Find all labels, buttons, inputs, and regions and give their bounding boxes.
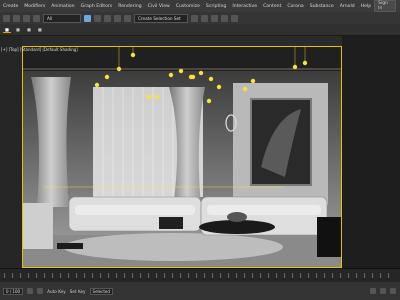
material-editor-icon[interactable] [211,14,218,22]
scale-icon[interactable] [114,14,121,22]
select-object-icon[interactable] [84,14,91,22]
menu-content[interactable]: Content [260,4,284,9]
menu-animation[interactable]: Animation [48,4,77,9]
rug [63,233,283,261]
tab-freeform[interactable]: ■ [14,27,22,32]
move-icon[interactable] [94,14,101,22]
status-bar: 0 / 100 Auto Key Set Key Selected [0,282,400,300]
snap-icon[interactable] [124,14,131,22]
tab-object-paint[interactable]: ■ [36,27,44,32]
menu-civil-view[interactable]: Civil View [145,4,173,9]
pause-icon[interactable] [37,288,44,294]
auto-key-button[interactable]: Auto Key [47,289,66,294]
menu-scripting[interactable]: Scripting [203,4,229,9]
armchair-left [23,203,53,249]
chair-right [317,217,341,257]
redo-icon[interactable] [13,14,20,22]
sofa-right-cushion [207,205,321,215]
rotate-icon[interactable] [104,14,111,22]
menu-graph-editors[interactable]: Graph Editors [78,4,116,9]
timeline-ticks [4,273,396,278]
undo-icon[interactable] [3,14,10,22]
left-command-strip [0,36,22,268]
menu-corona[interactable]: Corona [284,4,306,9]
table-decor [227,212,247,222]
timeline-slider[interactable] [0,268,400,283]
key-filter-select[interactable]: Selected [89,287,113,295]
coffee-table [199,220,275,234]
right-dark-panel [342,36,400,268]
menu-rendering[interactable]: Rendering [115,4,144,9]
link-icon[interactable] [23,14,30,22]
side-table [159,217,183,229]
sofa-left-cushion [75,205,195,215]
tab-selection[interactable]: ■ [25,27,33,32]
ottoman [57,243,83,249]
viewport-perspective[interactable] [22,46,342,268]
menu-customize[interactable]: Customize [173,4,203,9]
named-selection-set[interactable]: Create Selection Set [134,13,188,23]
ribbon-bar: ■ ■ ■ ■ [0,24,400,36]
orbit-icon[interactable] [390,288,396,294]
pan-icon[interactable] [380,288,386,294]
mirror-icon[interactable] [191,14,198,22]
menu-substance[interactable]: Substance [307,4,337,9]
set-key-button[interactable]: Set Key [70,289,86,294]
viewport-label[interactable]: [+] [Top] [Standard] [Default Shading] [1,47,78,52]
menu-modifiers[interactable]: Modifiers [21,4,48,9]
menu-arnold[interactable]: Arnold [337,4,358,9]
zoom-icon[interactable] [370,288,376,294]
play-icon[interactable] [27,288,34,294]
menu-help[interactable]: Help [358,4,374,9]
sign-in-button[interactable]: Sign In [374,0,396,12]
frame-counter[interactable]: 0 / 100 [3,287,24,295]
render-setup-icon[interactable] [221,14,228,22]
menu-create[interactable]: Create [0,4,21,9]
render-icon[interactable] [231,14,238,22]
main-toolbar: All Create Selection Set [0,12,400,24]
menu-interactive[interactable]: Interactive [229,4,260,9]
scene-render [23,47,341,267]
unlink-icon[interactable] [33,14,40,22]
tab-modeling[interactable]: ■ [3,27,11,33]
align-icon[interactable] [201,14,208,22]
selection-filter-select[interactable]: All [43,13,81,23]
